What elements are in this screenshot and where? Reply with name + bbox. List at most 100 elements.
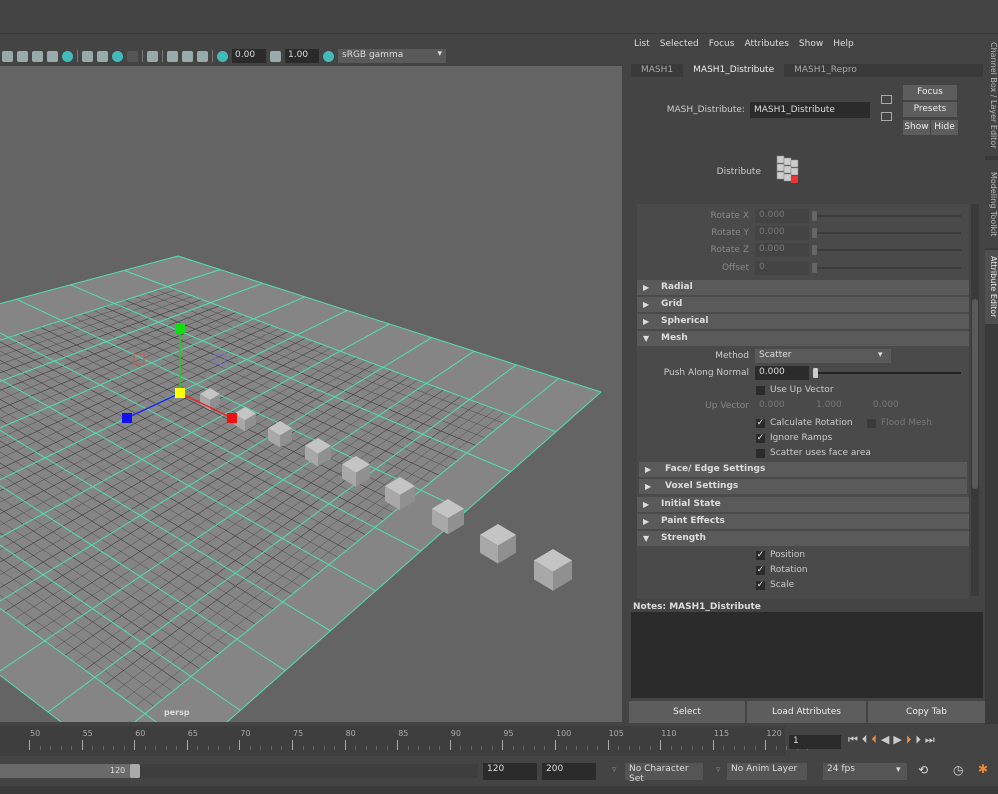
depth-icon[interactable] bbox=[127, 50, 138, 62]
chevron-down-icon[interactable]: ▿ bbox=[716, 765, 721, 775]
color-management-icon[interactable] bbox=[323, 50, 334, 62]
menu-attributes[interactable]: Attributes bbox=[744, 39, 788, 49]
current-frame-field[interactable]: 1 bbox=[789, 735, 841, 749]
shadow-icon[interactable] bbox=[62, 50, 73, 62]
anim-layer-dropdown[interactable]: No Anim Layer bbox=[727, 763, 807, 780]
rotate-field[interactable]: 0 bbox=[755, 261, 809, 275]
section-spherical[interactable]: Spherical bbox=[637, 314, 969, 329]
input-connection-icon[interactable] bbox=[881, 95, 892, 104]
use-up-vector-checkbox[interactable]: Use Up Vector bbox=[756, 385, 834, 395]
load-attributes-button[interactable]: Load Attributes bbox=[747, 701, 866, 723]
scene-canvas[interactable] bbox=[0, 66, 622, 791]
play-forward-icon[interactable]: ▶ bbox=[893, 733, 901, 747]
tab-channel-box[interactable]: Channel Box / Layer Editor bbox=[985, 34, 998, 156]
loop-icon[interactable]: ⟲ bbox=[918, 763, 928, 777]
section-grid[interactable]: Grid bbox=[637, 297, 969, 312]
animation-end-field[interactable]: 200 bbox=[542, 763, 596, 780]
play-backward-icon[interactable]: ◀ bbox=[881, 733, 889, 747]
section-mesh[interactable]: Mesh bbox=[637, 331, 969, 346]
tab-mash1-repro[interactable]: MASH1_Repro bbox=[784, 64, 867, 77]
texture-icon[interactable] bbox=[32, 50, 43, 62]
section-strength[interactable]: Strength bbox=[637, 531, 969, 546]
rotate-slider[interactable] bbox=[815, 249, 961, 251]
section-face-edge-settings[interactable]: Face/ Edge Settings bbox=[639, 462, 967, 477]
presets-button[interactable]: Presets bbox=[903, 102, 957, 117]
prev-key-icon[interactable]: ⏴ bbox=[871, 733, 877, 747]
fps-dropdown[interactable]: 24 fps bbox=[823, 763, 907, 780]
tab-mash1-distribute[interactable]: MASH1_Distribute bbox=[683, 64, 785, 77]
menu-focus[interactable]: Focus bbox=[709, 39, 735, 49]
slider-handle[interactable] bbox=[812, 211, 817, 221]
auto-key-icon[interactable]: ◷ bbox=[953, 763, 963, 777]
step-back-icon[interactable]: ⏴ bbox=[862, 733, 868, 747]
section-initial-state[interactable]: Initial State bbox=[637, 497, 969, 512]
focus-button[interactable]: Focus bbox=[903, 85, 957, 100]
notes-textarea[interactable] bbox=[631, 612, 983, 698]
isolate-icon[interactable] bbox=[167, 50, 178, 62]
copy-tab-button[interactable]: Copy Tab bbox=[868, 701, 985, 723]
up-vector-x[interactable]: 0.000 bbox=[755, 399, 809, 413]
command-line[interactable] bbox=[0, 786, 998, 794]
tab-modeling-toolkit[interactable]: Modeling Toolkit bbox=[985, 160, 998, 248]
section-voxel-settings[interactable]: Voxel Settings bbox=[639, 479, 967, 494]
scrollbar-thumb[interactable] bbox=[972, 299, 978, 489]
output-connection-icon[interactable] bbox=[881, 112, 892, 121]
lighting-icon[interactable] bbox=[47, 50, 58, 62]
range-handle[interactable] bbox=[130, 764, 140, 778]
menu-selected[interactable]: Selected bbox=[660, 39, 699, 49]
exposure-field[interactable]: 0.00 bbox=[232, 49, 266, 63]
up-vector-z[interactable]: 0.000 bbox=[869, 399, 923, 413]
show-button[interactable]: Show bbox=[903, 120, 930, 135]
node-name-field[interactable]: MASH1_Distribute bbox=[750, 102, 870, 118]
shading-icon[interactable] bbox=[2, 50, 13, 62]
hide-button[interactable]: Hide bbox=[931, 120, 958, 135]
rotate-slider[interactable] bbox=[815, 232, 961, 234]
3d-viewport[interactable] bbox=[0, 66, 622, 791]
gamma-field[interactable]: 1.00 bbox=[285, 49, 319, 63]
rotate-slider[interactable] bbox=[815, 215, 961, 217]
up-vector-y[interactable]: 1.000 bbox=[812, 399, 866, 413]
anim-preferences-icon[interactable]: ✱ bbox=[978, 762, 988, 776]
ignore-ramps-checkbox[interactable]: ✓ Ignore Ramps bbox=[756, 433, 832, 443]
time-slider[interactable]: 50 55 60 65 70 75 80 85 90 95 100 105 110 115 120 bbox=[0, 726, 809, 756]
rotate-slider[interactable] bbox=[815, 267, 961, 269]
xray-icon[interactable] bbox=[182, 50, 193, 62]
motion-blur-icon[interactable] bbox=[97, 50, 108, 62]
ambient-occlusion-icon[interactable] bbox=[82, 50, 93, 62]
section-paint-effects[interactable]: Paint Effects bbox=[637, 514, 969, 529]
slider-handle[interactable] bbox=[812, 228, 817, 238]
chevron-down-icon[interactable]: ▿ bbox=[612, 765, 617, 775]
select-icon[interactable] bbox=[147, 50, 158, 62]
scale-checkbox[interactable]: ✓ Scale bbox=[756, 580, 794, 590]
method-dropdown[interactable]: Scatter bbox=[755, 349, 891, 363]
menu-list[interactable]: List bbox=[634, 39, 650, 49]
chevron-down-icon[interactable]: ▾ bbox=[896, 765, 901, 775]
slider-handle[interactable] bbox=[813, 368, 818, 378]
section-radial[interactable]: Radial bbox=[637, 280, 969, 295]
calculate-rotation-checkbox[interactable]: ✓ Calculate Rotation bbox=[756, 418, 853, 428]
step-forward-icon[interactable]: ⏵ bbox=[915, 733, 921, 747]
flood-mesh-checkbox[interactable]: Flood Mesh bbox=[867, 418, 932, 428]
chevron-down-icon[interactable]: ▾ bbox=[878, 350, 883, 360]
rotation-checkbox[interactable]: ✓ Rotation bbox=[756, 565, 808, 575]
scrollbar[interactable] bbox=[971, 204, 979, 596]
color-space-dropdown[interactable]: sRGB gamma bbox=[338, 49, 446, 63]
position-checkbox[interactable]: ✓ Position bbox=[756, 550, 805, 560]
scatter-face-area-checkbox[interactable]: Scatter uses face area bbox=[756, 448, 871, 458]
push-along-normal-slider[interactable] bbox=[815, 372, 961, 374]
menu-help[interactable]: Help bbox=[833, 39, 854, 49]
rotate-field[interactable]: 0.000 bbox=[755, 243, 809, 257]
tab-attribute-editor[interactable]: Attribute Editor bbox=[985, 250, 998, 324]
playback-end-field[interactable]: 120 bbox=[483, 763, 537, 780]
character-set-dropdown[interactable]: No Character Set bbox=[625, 763, 703, 784]
antialias-icon[interactable] bbox=[112, 50, 123, 62]
rotate-field[interactable]: 0.000 bbox=[755, 226, 809, 240]
slider-handle[interactable] bbox=[812, 245, 817, 255]
select-button[interactable]: Select bbox=[629, 701, 745, 723]
wireframe-icon[interactable] bbox=[17, 50, 28, 62]
menu-show[interactable]: Show bbox=[799, 39, 823, 49]
go-to-end-icon[interactable]: ⏭ bbox=[925, 733, 935, 747]
tab-mash1[interactable]: MASH1 bbox=[631, 64, 683, 77]
push-along-normal-field[interactable]: 0.000 bbox=[755, 366, 809, 380]
slider-handle[interactable] bbox=[812, 263, 817, 273]
